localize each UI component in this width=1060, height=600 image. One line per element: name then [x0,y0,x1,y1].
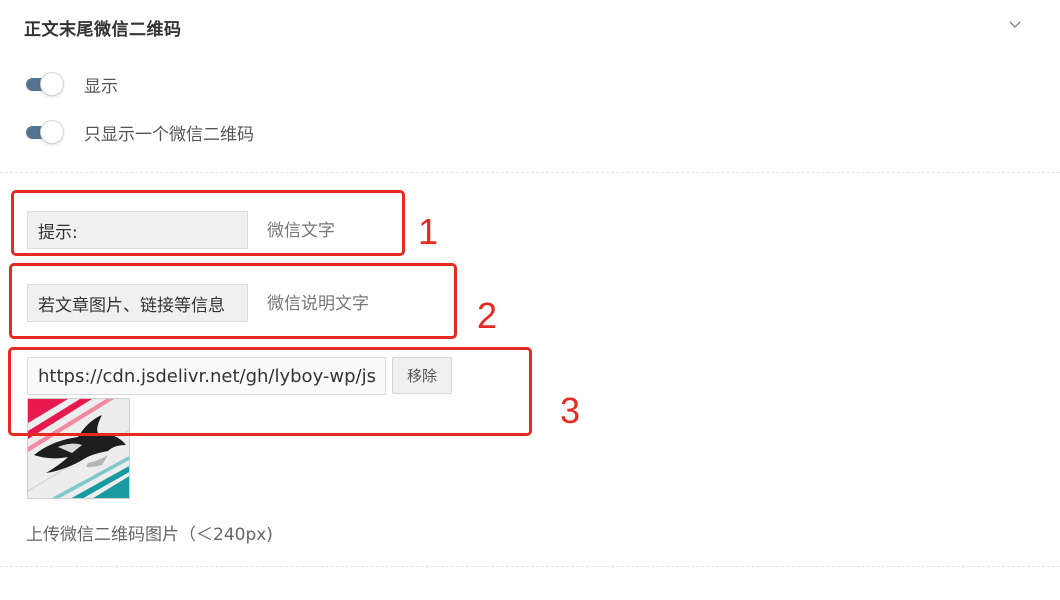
divider [0,566,1060,567]
section-title: 正文末尾微信二维码 [24,20,182,40]
single-qr-toggle[interactable] [26,119,64,145]
show-toggle[interactable] [26,71,64,97]
toggle-row-show: 显示 [26,70,118,98]
annotation-box-2 [9,263,457,339]
annotation-number-2: 2 [477,295,498,336]
annotation-number-1: 1 [418,211,439,252]
toggle-row-single-qr: 只显示一个微信二维码 [26,118,254,146]
annotation-number-3: 3 [560,390,581,431]
wechat-qr-settings-panel: 正文末尾微信二维码 显示 只显示一个微信二维码 微信文字 微信说明文字 移除 [0,0,1060,600]
divider [0,172,1060,173]
annotation-box-1 [11,190,405,256]
annotation-box-3 [8,347,532,436]
upload-description: 上传微信二维码图片（＜240px) [26,525,273,545]
single-qr-toggle-label: 只显示一个微信二维码 [84,124,254,145]
show-toggle-label: 显示 [84,76,118,97]
toggle-knob [40,120,64,144]
toggle-knob [40,72,64,96]
chevron-down-icon[interactable] [1006,15,1024,33]
